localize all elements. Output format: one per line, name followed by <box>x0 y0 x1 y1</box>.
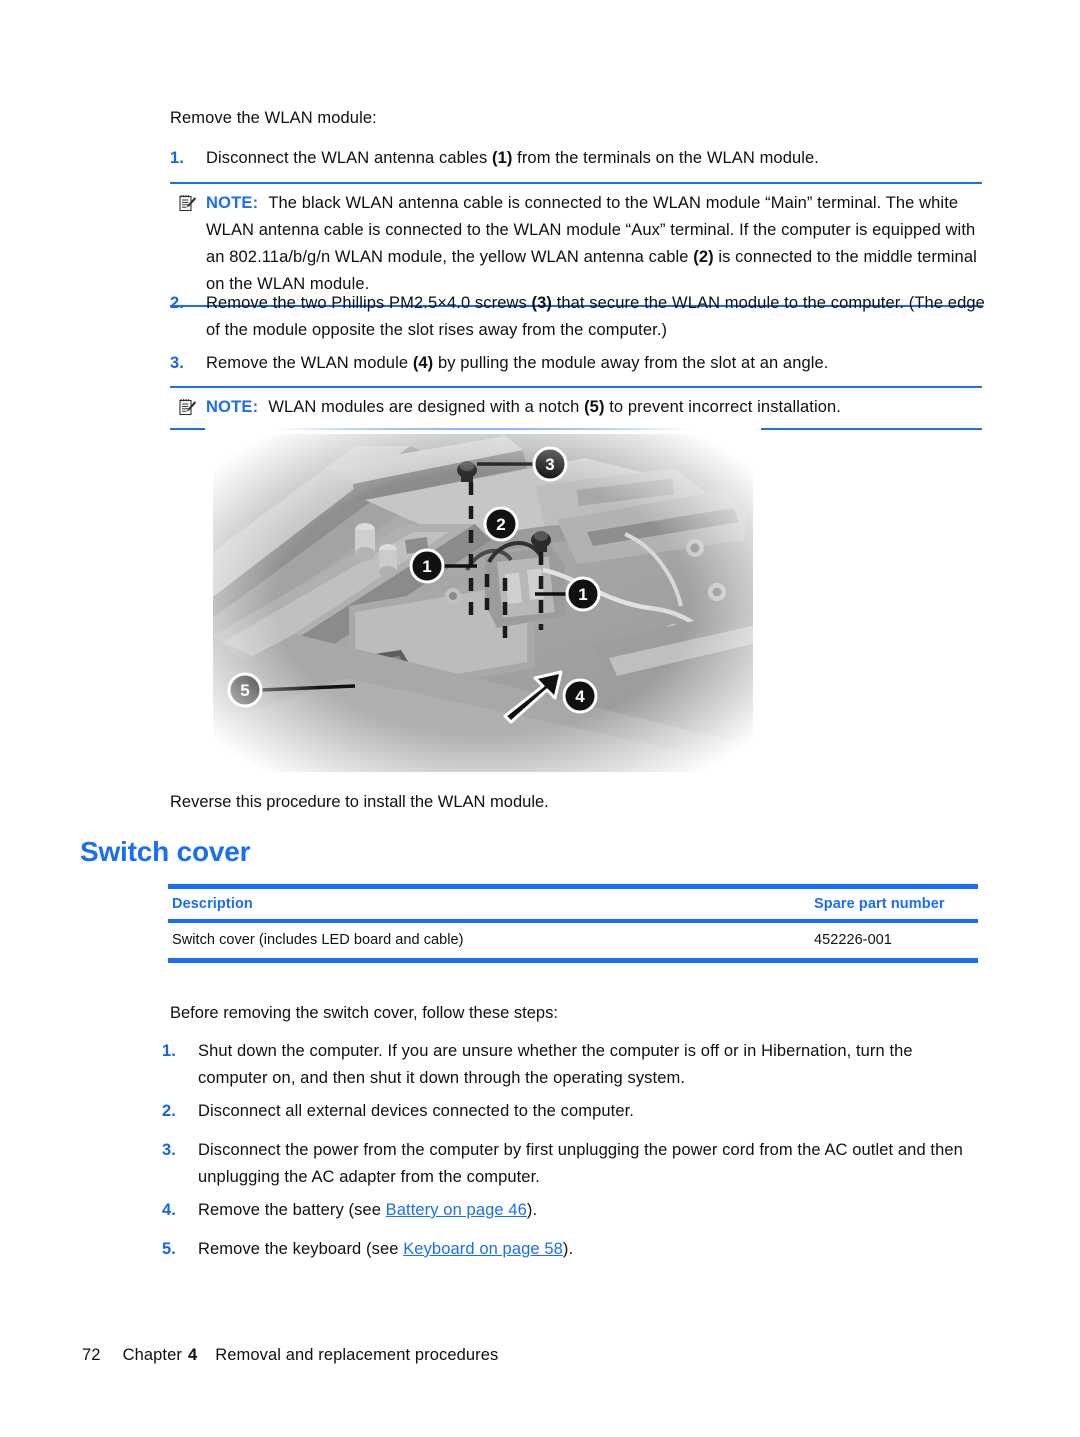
note-2-inner: NOTE: WLAN modules are designed with a no… <box>170 394 982 421</box>
switch-cover-step-4-number: 4. <box>162 1201 176 1219</box>
note-box-1: NOTE: The black WLAN antenna cable is con… <box>170 182 982 307</box>
switch-cover-step-4-text-b: ). <box>526 1201 538 1219</box>
wlan-step-1-text-b: from the terminals on the WLAN module. <box>512 149 819 167</box>
wlan-step-1-number: 1. <box>170 149 184 167</box>
footer-chapter-number: 4 <box>187 1346 198 1364</box>
switch-cover-step-5: 5. Remove the keyboard (see Keyboard on … <box>162 1236 977 1263</box>
note-2-label: NOTE: <box>206 398 259 416</box>
switch-cover-step-2: 2. Disconnect all external devices conne… <box>162 1098 977 1125</box>
switch-cover-step-1-text: Shut down the computer. If you are unsur… <box>198 1042 913 1087</box>
switch-cover-step-1: 1. Shut down the computer. If you are un… <box>162 1038 977 1092</box>
footer-chapter-title: Removal and replacement procedures <box>215 1346 499 1364</box>
link-battery-on-page-46[interactable]: Battery on page 46 <box>386 1201 527 1219</box>
wlan-step-2-cue: (3) <box>531 294 552 312</box>
wlan-step-1-cue: (1) <box>492 149 513 167</box>
table-cell-description: Switch cover (includes LED board and cab… <box>172 932 464 948</box>
switch-cover-step-5-number: 5. <box>162 1240 176 1258</box>
switch-cover-step-4-text-a: Remove the battery (see <box>198 1201 386 1219</box>
switch-cover-step-3-text: Disconnect the power from the computer b… <box>198 1141 963 1186</box>
wlan-step-2-text: Remove the two Phillips PM2.5×4.0 screws… <box>206 290 985 344</box>
wlan-step-3: 3. Remove the WLAN module (4) by pulling… <box>170 350 985 377</box>
link-keyboard-on-page-58[interactable]: Keyboard on page 58 <box>403 1240 563 1258</box>
wlan-step-3-text: Remove the WLAN module (4) by pulling th… <box>206 350 985 377</box>
note-2-text-b: to prevent incorrect installation. <box>604 398 841 416</box>
page-title: Switch cover <box>80 836 251 867</box>
switch-cover-step-5-text-a: Remove the keyboard (see <box>198 1240 404 1258</box>
note-1-label: NOTE: <box>206 194 259 212</box>
switch-cover-step-4-text: Remove the battery (see Battery on page … <box>198 1197 977 1224</box>
wlan-step-3-text-b: by pulling the module away from the slot… <box>433 354 829 372</box>
table-header-description: Description <box>172 896 253 912</box>
wlan-step-3-cue: (4) <box>412 354 434 372</box>
note-pad-pencil-icon <box>178 194 198 214</box>
wlan-step-1-text: Disconnect the WLAN antenna cables (1) f… <box>206 145 985 172</box>
table-header-row: Description Spare part number <box>168 889 978 919</box>
note-2-cue: (5) <box>584 398 605 416</box>
wlan-step-2-text-a: Remove the two Phillips PM2.5×4.0 screws <box>206 294 532 312</box>
wlan-step-3-number: 3. <box>170 354 184 372</box>
switch-cover-step-5-text: Remove the keyboard (see Keyboard on pag… <box>198 1236 977 1263</box>
document-page: Remove the WLAN module: 1. Disconnect th… <box>0 0 1080 1437</box>
note-box-2: NOTE: WLAN modules are designed with a no… <box>170 386 982 430</box>
note-2-text-a: WLAN modules are designed with a notch <box>268 398 585 416</box>
note-1-cue: (2) <box>693 248 714 266</box>
switch-cover-step-4: 4. Remove the battery (see Battery on pa… <box>162 1197 977 1224</box>
footer-chapter-label: Chapter <box>122 1346 182 1364</box>
parts-table: Description Spare part number Switch cov… <box>168 884 978 963</box>
switch-cover-step-3-number: 3. <box>162 1141 176 1159</box>
wlan-step-2: 2. Remove the two Phillips PM2.5×4.0 scr… <box>170 290 985 344</box>
table-rule-bottom <box>168 958 978 963</box>
switch-cover-step-2-text: Disconnect all external devices connecte… <box>198 1102 634 1120</box>
wlan-module-removal-photo: 3 2 1 1 4 <box>205 428 761 780</box>
note-1-inner: NOTE: The black WLAN antenna cable is con… <box>170 190 982 298</box>
page-footer: 72 Chapter 4 Removal and replacement proced… <box>82 1346 498 1365</box>
switch-cover-intro: Before removing the switch cover, follow… <box>170 1004 558 1022</box>
table-cell-spare-part-number: 452226-001 <box>814 932 892 948</box>
wlan-step-1-text-a: Disconnect the WLAN antenna cables <box>206 149 492 167</box>
switch-cover-step-5-text-b: ). <box>562 1240 574 1258</box>
switch-cover-step-2-number: 2. <box>162 1102 176 1120</box>
note-pad-pencil-icon <box>178 398 198 418</box>
wlan-step-1: 1. Disconnect the WLAN antenna cables (1… <box>170 145 985 172</box>
intro-line: Remove the WLAN module: <box>170 109 377 127</box>
reverse-procedure-line: Reverse this procedure to install the WL… <box>170 793 549 811</box>
wlan-step-3-text-a: Remove the WLAN module <box>206 354 413 372</box>
switch-cover-step-1-number: 1. <box>162 1042 176 1060</box>
footer-page-number: 72 <box>82 1346 101 1364</box>
table-row: Switch cover (includes LED board and cab… <box>168 923 978 958</box>
switch-cover-step-3: 3. Disconnect the power from the compute… <box>162 1137 977 1191</box>
table-header-spare-part-number: Spare part number <box>814 896 945 912</box>
wlan-step-2-number: 2. <box>170 294 184 312</box>
